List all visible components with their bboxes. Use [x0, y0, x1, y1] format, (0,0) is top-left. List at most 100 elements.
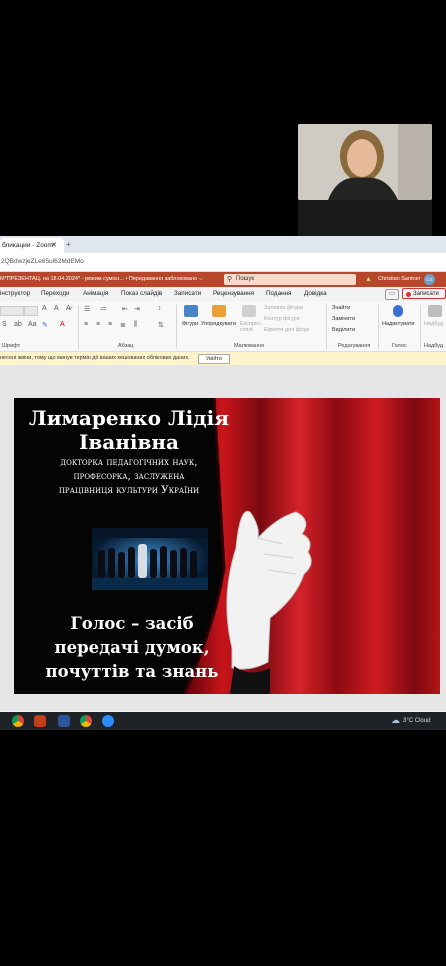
- align-center-icon[interactable]: ≡: [96, 321, 100, 328]
- chrome-icon[interactable]: [12, 715, 24, 727]
- slide-desc-line2: професорка, заслужена: [73, 470, 185, 482]
- tab-record[interactable]: Записати: [174, 287, 201, 301]
- tab-design[interactable]: інструктор: [0, 287, 30, 301]
- strikethrough-icon[interactable]: S: [2, 321, 7, 328]
- arrange-icon: [212, 305, 226, 317]
- tab-animations[interactable]: Анімація: [83, 287, 108, 301]
- align-right-icon[interactable]: ≡: [108, 321, 112, 328]
- tab-slideshow[interactable]: Показ слайдів: [121, 287, 162, 301]
- font-color-icon[interactable]: A: [60, 321, 65, 328]
- shapes-button[interactable]: Фігури: [182, 321, 198, 327]
- screen-share-window: бликации - Zoom ✕ + 2QBdwzjeZLe65ul62MdE…: [0, 236, 446, 730]
- address-bar[interactable]: 2QBdwzjeZLe65ul62MdEMo: [0, 253, 446, 272]
- powerpoint-title-bar: М*ПРЕЗЕНТАЦ. на 18.04.2024* - режим сумі…: [0, 272, 446, 287]
- bullets-icon[interactable]: ☰: [84, 305, 90, 313]
- search-icon: ⚲: [227, 276, 233, 283]
- font-size-select[interactable]: [24, 306, 38, 316]
- user-name[interactable]: Christian Santner: [378, 272, 421, 287]
- search-placeholder: Пошук: [236, 276, 255, 282]
- performers-image-icon: [92, 528, 208, 590]
- group-divider: [78, 305, 79, 349]
- group-divider: [420, 305, 421, 349]
- group-label-paragraph: Абзац: [118, 343, 134, 349]
- group-label-editing: Редагування: [338, 343, 371, 349]
- group-divider: [176, 305, 177, 349]
- find-button[interactable]: Знайти: [332, 305, 350, 311]
- arrange-button[interactable]: Упорядкувати: [201, 321, 236, 327]
- info-message: несені зміни, тому що минув термін дії в…: [0, 355, 190, 361]
- microphone-icon: [393, 305, 403, 317]
- group-divider: [326, 305, 327, 349]
- browser-tab[interactable]: бликации - Zoom ✕: [0, 238, 64, 253]
- close-icon[interactable]: ✕: [51, 238, 57, 253]
- grow-font-icon[interactable]: A: [42, 305, 47, 312]
- info-bar: несені зміни, тому що минув термін дії в…: [0, 352, 446, 366]
- slide-quote-line3: почуттів та знань: [45, 662, 219, 681]
- highlight-icon[interactable]: ✎: [42, 321, 48, 329]
- quick-styles-button[interactable]: Експрес-стилі: [240, 321, 263, 333]
- warning-icon[interactable]: ▲: [365, 272, 372, 287]
- shapes-icon: [184, 305, 198, 317]
- record-icon: [406, 292, 411, 297]
- group-label-drawing: Малювання: [234, 343, 265, 349]
- line-spacing-icon[interactable]: ↕: [158, 305, 162, 312]
- shape-fill-button[interactable]: Заливка фігури: [264, 305, 303, 311]
- ribbon-tabs: інструктор Переходи Анімація Показ слайд…: [0, 287, 446, 301]
- justify-icon[interactable]: ≣: [120, 321, 126, 329]
- replace-button[interactable]: Замінити: [332, 316, 355, 322]
- font-name-select[interactable]: [0, 306, 24, 316]
- align-left-icon[interactable]: ≡: [84, 321, 88, 328]
- columns-icon[interactable]: ⫼: [134, 321, 137, 329]
- select-button[interactable]: Виділити: [332, 327, 355, 333]
- numbering-icon[interactable]: ≔: [100, 305, 107, 313]
- slide-quote-line1: Голос – засіб: [70, 614, 194, 633]
- spacing-icon[interactable]: ab: [14, 321, 22, 328]
- weather-text[interactable]: 3°C Cloud: [403, 712, 430, 730]
- slide-quote-line2: передачі думок,: [54, 638, 210, 657]
- sign-in-button[interactable]: Увійти: [198, 354, 230, 364]
- windows-taskbar: ☁ 3°C Cloud: [0, 712, 446, 730]
- slide-name-line2: Іванівна: [79, 430, 179, 454]
- tab-view[interactable]: Подання: [266, 287, 291, 301]
- document-title: М*ПРЕЗЕНТАЦ. на 18.04.2024* - режим сумі…: [0, 276, 203, 282]
- new-tab-button[interactable]: +: [66, 240, 71, 249]
- comment-icon[interactable]: ▭: [385, 289, 399, 300]
- slide-desc-line3: працівниця культури України: [58, 484, 200, 496]
- slide-desc-line1: докторка педагогічних наук,: [60, 456, 198, 468]
- zoom-icon[interactable]: [102, 715, 114, 727]
- tab-review[interactable]: Рецензування: [213, 287, 254, 301]
- outdent-icon[interactable]: ⇥: [134, 305, 140, 313]
- slide-name-line1: Лимаренко Лідія: [29, 406, 229, 430]
- quick-styles-icon: [242, 305, 256, 317]
- tab-transitions[interactable]: Переходи: [41, 287, 70, 301]
- group-label-addins: Надбуд: [424, 343, 444, 349]
- case-icon[interactable]: Aa: [28, 321, 37, 328]
- addins-button[interactable]: Надбуд: [424, 321, 443, 327]
- cloud-icon: ☁: [391, 715, 400, 725]
- tab-label: бликации - Zoom: [2, 242, 53, 249]
- record-label: Записати: [413, 291, 439, 297]
- group-label-font: Шрифт: [2, 343, 21, 349]
- participant-video-icon: [298, 124, 432, 200]
- indent-icon[interactable]: ⇤: [122, 305, 128, 313]
- shape-effects-button[interactable]: Ефекти для фігур: [264, 327, 309, 333]
- tab-help[interactable]: Довідка: [304, 287, 327, 301]
- slide[interactable]: Лимаренко Лідія Іванівна докторка педаго…: [14, 398, 440, 694]
- record-button[interactable]: Записати: [402, 288, 446, 299]
- dictate-button[interactable]: Надиктувати: [382, 321, 415, 327]
- browser-tab-bar: бликации - Zoom ✕ +: [0, 236, 446, 253]
- text-direction-icon[interactable]: ⇅: [158, 321, 164, 329]
- addins-icon: [428, 305, 442, 317]
- group-divider: [378, 305, 379, 349]
- clear-format-icon[interactable]: A̷: [66, 305, 71, 312]
- ribbon: A A A̷ S ab Aa ✎ A Шрифт ☰ ≔ ⇤ ⇥ ↕ ≡ ≡ ≡…: [0, 301, 446, 352]
- stage-photo: [92, 528, 208, 590]
- chrome-profile-icon[interactable]: [80, 715, 92, 727]
- shape-outline-button[interactable]: Контур фігури: [264, 316, 300, 322]
- word-icon[interactable]: [58, 715, 70, 727]
- group-label-voice: Голос: [392, 343, 407, 349]
- avatar[interactable]: CS: [424, 274, 435, 285]
- shrink-font-icon[interactable]: A: [54, 305, 59, 312]
- powerpoint-icon[interactable]: [34, 715, 46, 727]
- search-input[interactable]: ⚲ Пошук: [224, 274, 356, 285]
